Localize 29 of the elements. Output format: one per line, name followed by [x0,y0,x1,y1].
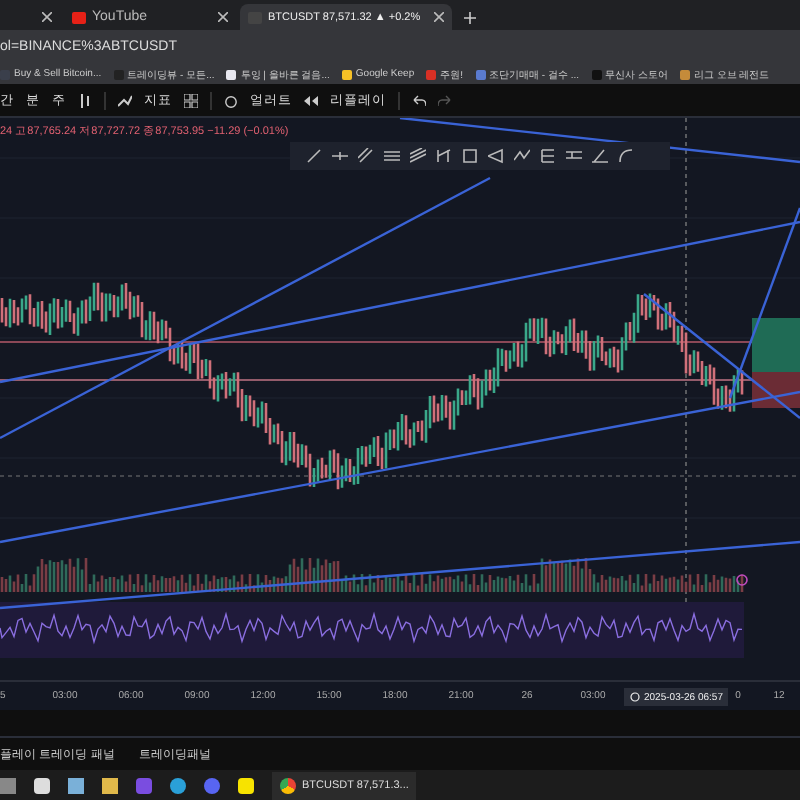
rectangle-icon[interactable] [462,148,478,164]
clock-icon [630,692,640,702]
grid-icon[interactable] [184,93,198,107]
browser-icon [280,777,296,793]
curve-icon[interactable] [618,148,634,164]
profit-zone [752,318,800,372]
app-icon[interactable] [34,778,50,794]
horizontal-lines-icon[interactable] [384,148,400,164]
close-icon[interactable] [218,12,228,22]
close-icon[interactable] [42,12,52,22]
cross-icon[interactable] [332,148,348,164]
triangle-icon[interactable] [488,148,504,164]
rewind-icon [304,93,318,107]
angle-icon[interactable] [592,148,608,164]
marker-icon [736,574,748,586]
line-icon[interactable] [306,148,322,164]
rows-icon[interactable] [566,148,582,164]
app-icon[interactable] [136,778,152,794]
parallel-lines-icon[interactable] [358,148,374,164]
undo-icon[interactable] [412,93,426,107]
plus-icon[interactable] [464,12,476,24]
slanted-lines-icon[interactable] [410,148,426,164]
zigzag-icon[interactable] [514,148,530,164]
fork-icon[interactable] [436,148,452,164]
redo-icon[interactable] [438,93,452,107]
bracket-icon[interactable] [540,148,556,164]
chart-icon [118,93,132,107]
candle-icon[interactable] [78,93,92,107]
close-icon[interactable] [434,12,444,22]
